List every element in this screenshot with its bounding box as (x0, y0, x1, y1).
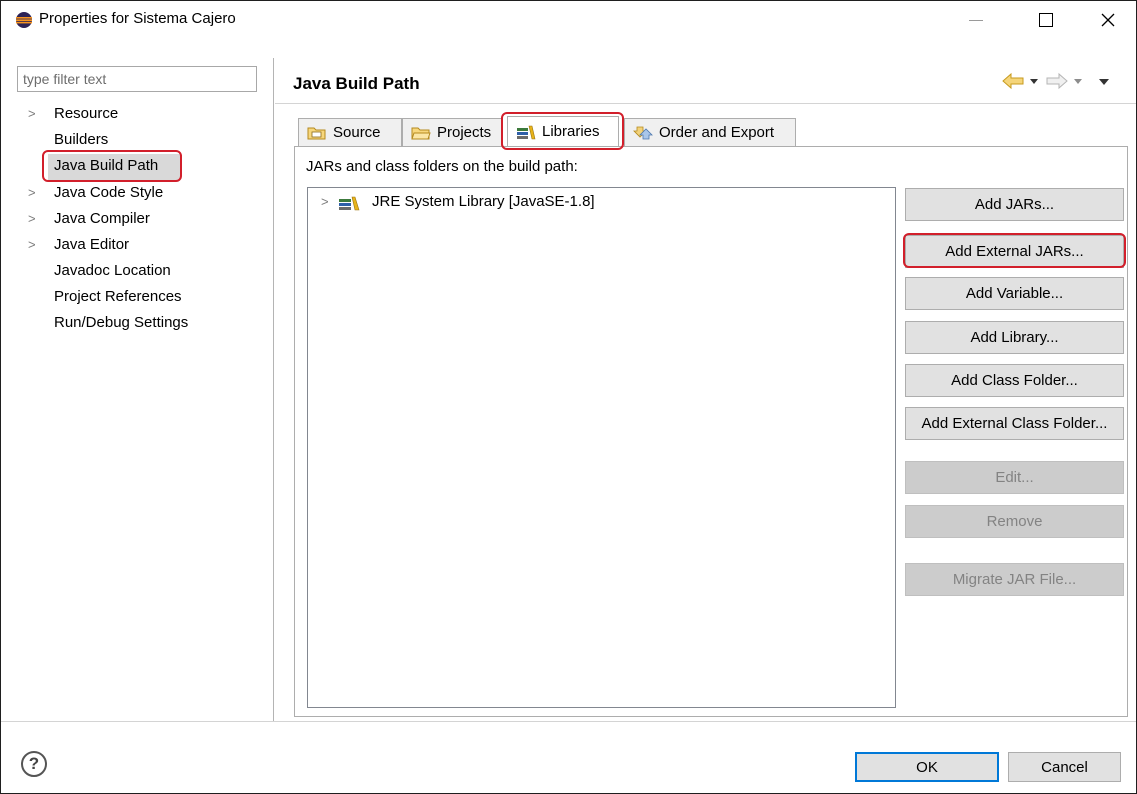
help-icon[interactable]: ? (21, 751, 47, 777)
tab-label: Projects (437, 124, 492, 141)
sidebar-item-java-editor[interactable]: Java Editor (54, 233, 129, 257)
chevron-right-icon[interactable]: > (28, 207, 42, 231)
highlight-annotation (501, 112, 624, 150)
add-external-class-folder-button[interactable]: Add External Class Folder... (905, 407, 1124, 440)
title-bar: Properties for Sistema Cajero (1, 1, 1136, 39)
sidebar-item-run-debug-settings[interactable]: Run/Debug Settings (54, 311, 188, 335)
back-arrow-icon[interactable] (1002, 72, 1024, 90)
footer-separator (1, 721, 1136, 722)
window-title: Properties for Sistema Cajero (39, 10, 236, 27)
panel-description: JARs and class folders on the build path… (306, 158, 578, 175)
tab-projects[interactable]: Projects (402, 118, 502, 146)
source-folder-icon (307, 127, 326, 139)
history-navigation (1002, 72, 1109, 90)
highlight-annotation (42, 150, 182, 182)
sidebar-item-builders[interactable]: Builders (54, 128, 108, 152)
maximize-button[interactable] (1023, 1, 1069, 39)
tab-order-and-export[interactable]: Order and Export (624, 118, 796, 146)
chevron-right-icon[interactable]: > (28, 102, 42, 126)
order-export-icon (633, 126, 653, 139)
add-jars-button[interactable]: Add JARs... (905, 188, 1124, 221)
add-library-button[interactable]: Add Library... (905, 321, 1124, 354)
forward-arrow-icon[interactable] (1046, 72, 1068, 90)
migrate-jar-file-button[interactable]: Migrate JAR File... (905, 563, 1124, 596)
filter-input[interactable] (17, 66, 257, 92)
remove-button[interactable]: Remove (905, 505, 1124, 538)
add-class-folder-button[interactable]: Add Class Folder... (905, 364, 1124, 397)
header-separator (275, 103, 1136, 104)
chevron-down-icon[interactable] (1030, 79, 1038, 84)
chevron-right-icon[interactable]: > (28, 181, 42, 205)
highlight-annotation (903, 233, 1126, 268)
close-icon (1101, 13, 1115, 27)
close-button[interactable] (1085, 1, 1131, 39)
library-icon (339, 196, 360, 211)
ok-button[interactable]: OK (855, 752, 999, 782)
sidebar-item-resource[interactable]: Resource (54, 102, 118, 126)
view-menu-icon[interactable] (1099, 79, 1109, 85)
sidebar-item-java-compiler[interactable]: Java Compiler (54, 207, 150, 231)
tab-label: Order and Export (659, 124, 775, 141)
tab-source[interactable]: Source (298, 118, 402, 146)
edit-button[interactable]: Edit... (905, 461, 1124, 494)
add-variable-button[interactable]: Add Variable... (905, 277, 1124, 310)
chevron-right-icon[interactable]: > (28, 233, 42, 257)
tab-label: Source (333, 124, 381, 141)
cancel-button[interactable]: Cancel (1008, 752, 1121, 782)
page-title: Java Build Path (293, 74, 420, 93)
sidebar-item-javadoc-location[interactable]: Javadoc Location (54, 259, 171, 283)
build-path-tree[interactable] (307, 187, 896, 708)
properties-dialog: Properties for Sistema Cajero > Resource… (0, 0, 1137, 794)
tree-item-label[interactable]: JRE System Library [JavaSE-1.8] (372, 193, 595, 210)
eclipse-icon (16, 12, 32, 28)
sidebar-item-project-references[interactable]: Project References (54, 285, 182, 309)
sidebar-item-java-code-style[interactable]: Java Code Style (54, 181, 163, 205)
minimize-button[interactable] (953, 1, 999, 39)
chevron-right-icon[interactable]: > (321, 194, 329, 209)
chevron-down-icon[interactable] (1074, 79, 1082, 84)
project-folder-icon (411, 127, 431, 139)
sash-divider[interactable] (273, 58, 274, 721)
